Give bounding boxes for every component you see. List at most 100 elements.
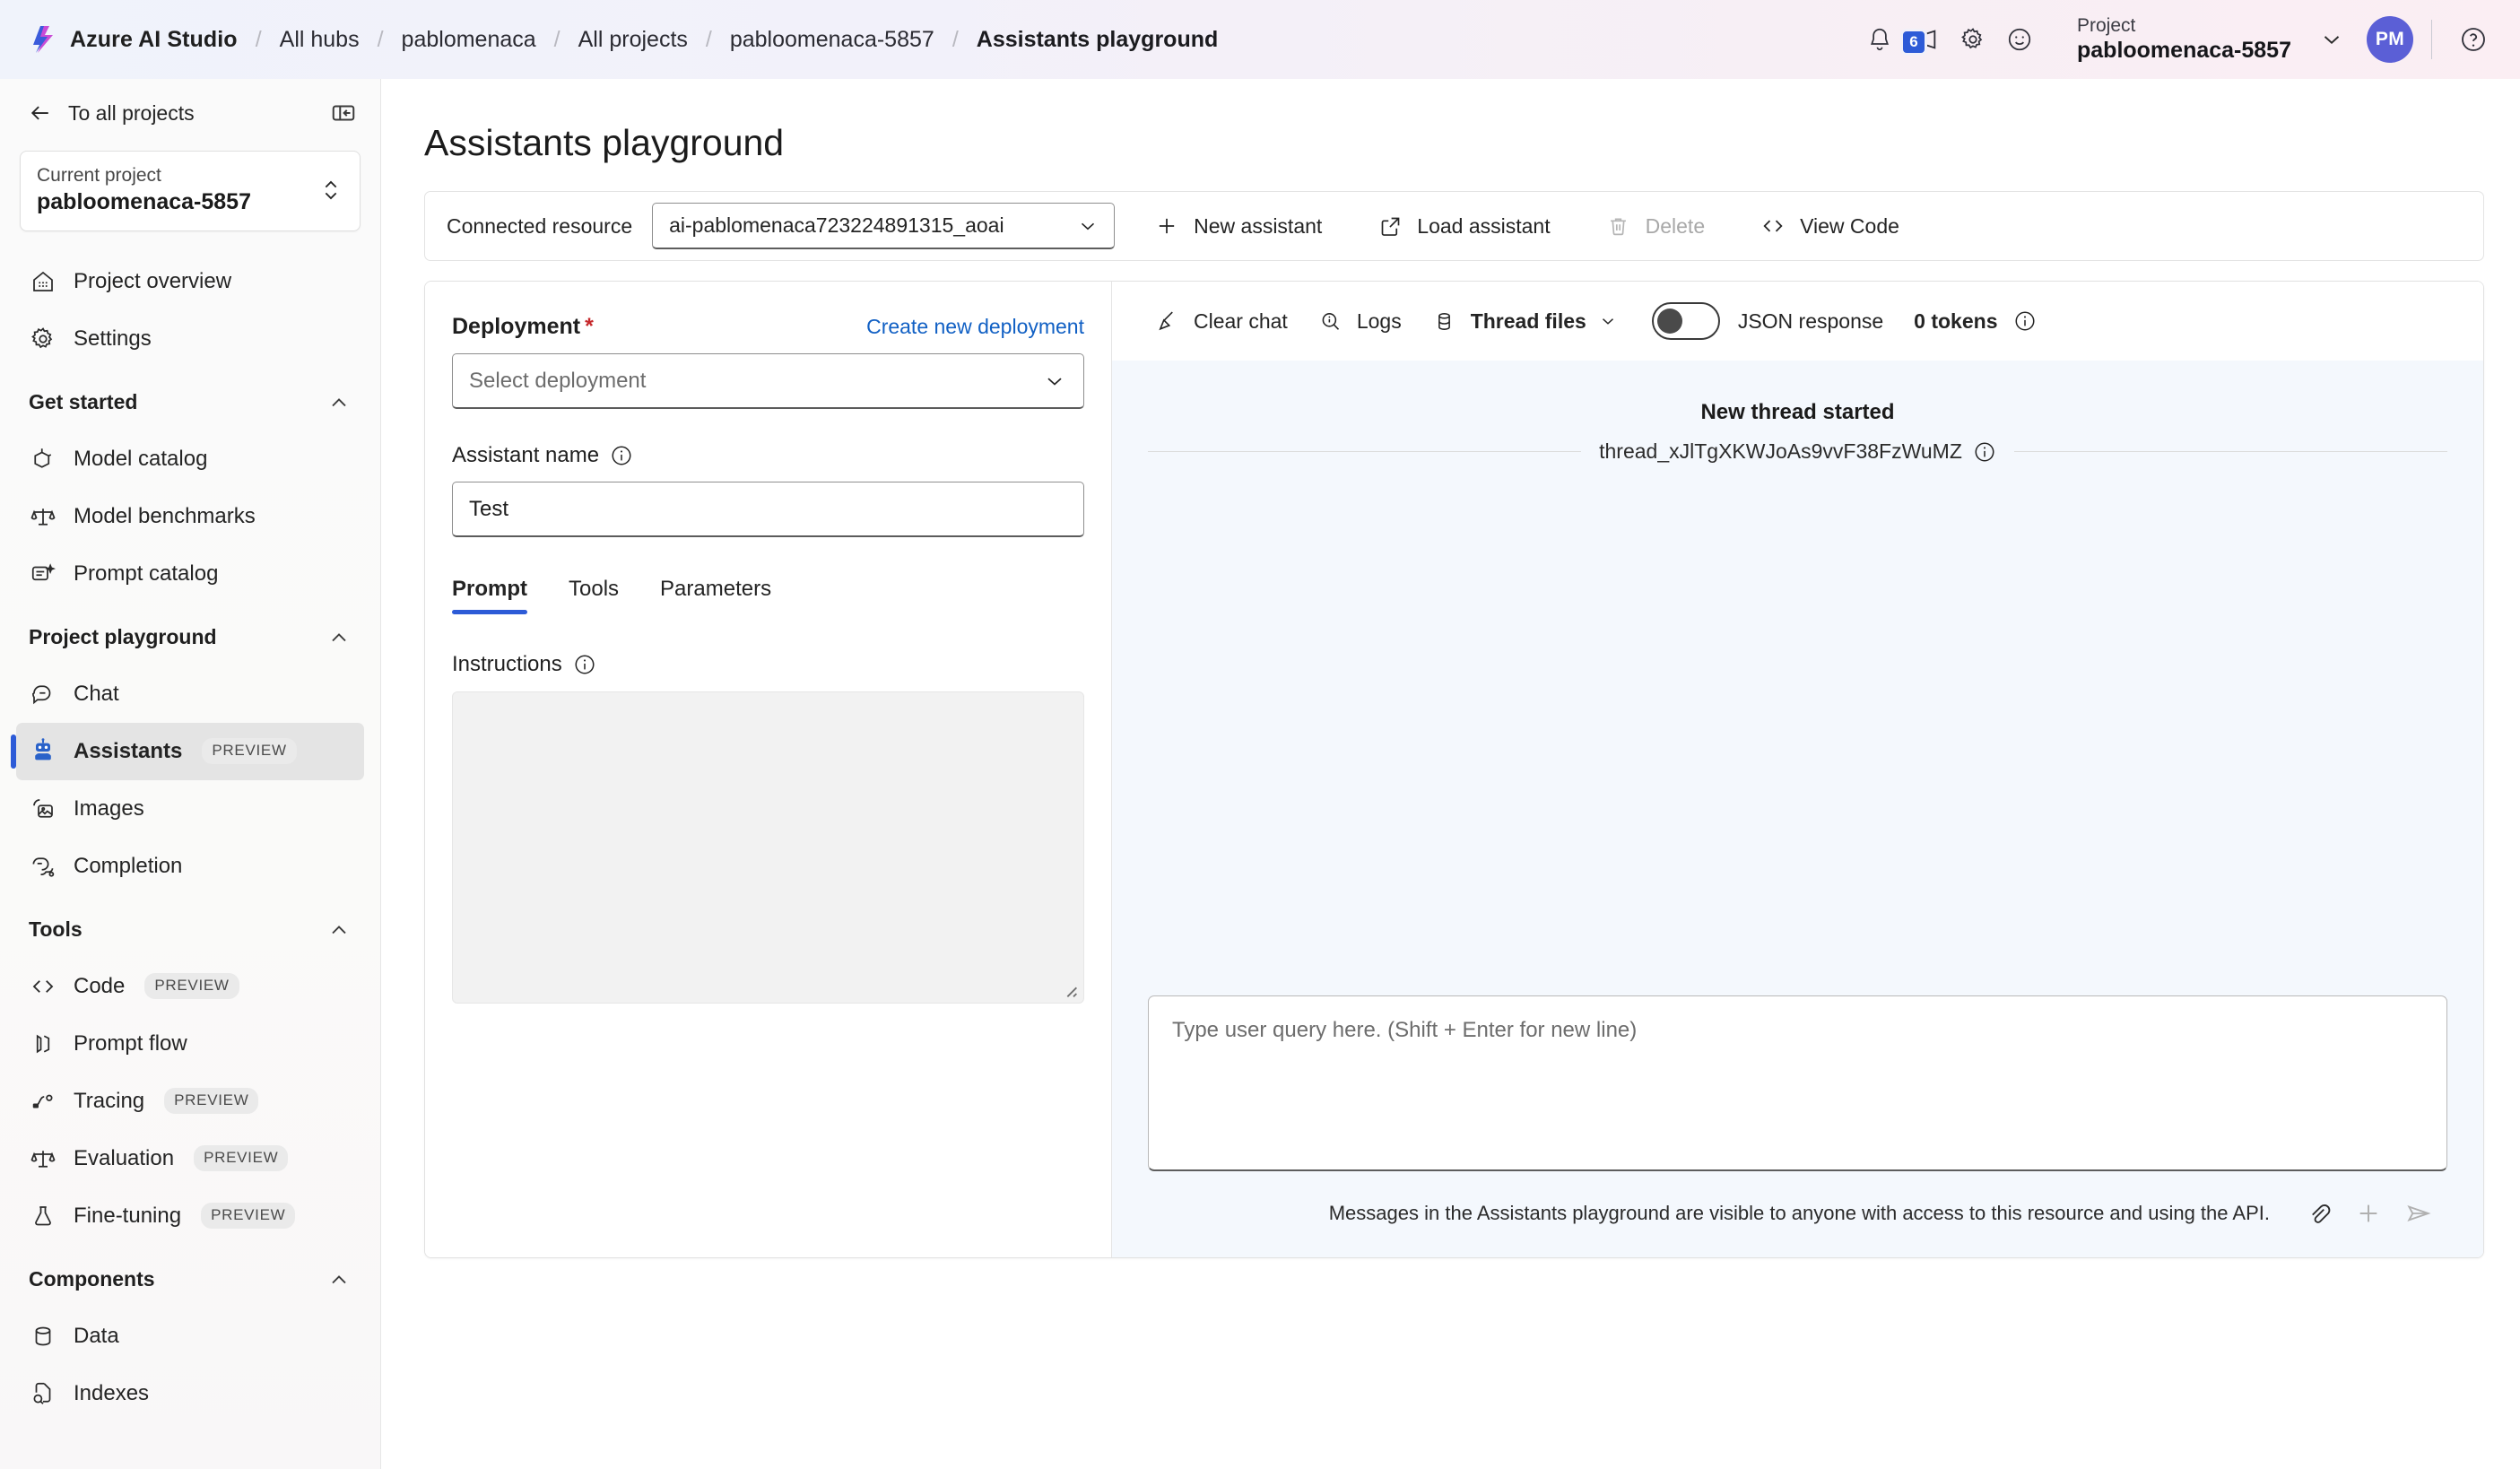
sidebar-group-tools[interactable]: Tools	[16, 902, 364, 958]
current-project-card[interactable]: Current project pabloomenaca-5857	[20, 151, 361, 231]
breadcrumb-item-all-hubs[interactable]: All hubs	[280, 27, 360, 53]
view-code-button[interactable]: View Code	[1742, 201, 1916, 251]
project-label: Project	[2077, 14, 2136, 36]
smiley-icon[interactable]	[1996, 16, 2043, 63]
json-response-toggle[interactable]	[1651, 302, 1720, 340]
trash-icon	[1604, 214, 1633, 239]
gear-icon	[29, 326, 57, 352]
sidebar-group-get-started[interactable]: Get started	[16, 375, 364, 430]
brand-name: Azure AI Studio	[70, 26, 238, 52]
robot-icon	[29, 737, 57, 766]
index-search-icon	[29, 1380, 57, 1407]
megaphone-icon[interactable]: 6	[1900, 16, 1950, 63]
breadcrumb-item-project[interactable]: pabloomenaca-5857	[730, 27, 934, 53]
chevron-up-icon	[326, 917, 352, 943]
current-project-label: Current project	[37, 165, 161, 186]
logs-button[interactable]: Logs	[1302, 297, 1416, 345]
breadcrumb-separator: /	[952, 26, 959, 52]
sidebar-item-label: Images	[74, 795, 144, 821]
create-new-deployment-link[interactable]: Create new deployment	[866, 315, 1084, 339]
connected-resource-select[interactable]: ai-pablomenaca723224891315_aoai	[652, 203, 1116, 249]
assistant-name-input[interactable]: Test	[452, 482, 1084, 537]
assistant-toolbar: Connected resource ai-pablomenaca7232248…	[424, 191, 2484, 261]
clear-chat-button[interactable]: Clear chat	[1139, 297, 1302, 345]
sidebar-item-label: Fine-tuning	[74, 1203, 182, 1228]
project-name: pabloomenaca-5857	[2077, 37, 2291, 63]
info-icon[interactable]	[1973, 440, 1996, 464]
load-assistant-button[interactable]: Load assistant	[1360, 201, 1566, 251]
gear-icon[interactable]	[1950, 16, 1996, 63]
chat-toolbar: Clear chat Logs Thread files JSON respon…	[1112, 282, 2483, 361]
preview-badge: PREVIEW	[144, 973, 239, 1000]
resize-handle-icon[interactable]	[1060, 980, 1078, 998]
sidebar-item-prompt-flow[interactable]: Prompt flow	[16, 1015, 364, 1073]
deployment-select[interactable]: Select deployment	[452, 353, 1084, 409]
plus-icon	[2343, 1191, 2394, 1236]
chevron-up-icon	[326, 625, 352, 650]
breadcrumb-item-all-projects[interactable]: All projects	[578, 27, 688, 53]
sidebar-item-model-benchmarks[interactable]: Model benchmarks	[16, 488, 364, 545]
sidebar-item-label: Prompt flow	[74, 1030, 187, 1056]
help-circle-icon[interactable]	[2450, 16, 2497, 63]
sidebar-item-label: Completion	[74, 853, 183, 878]
instructions-textarea[interactable]	[452, 691, 1084, 1004]
required-asterisk: *	[585, 314, 594, 339]
sidebar-group-components[interactable]: Components	[16, 1252, 364, 1308]
sidebar-item-data[interactable]: Data	[16, 1308, 364, 1365]
sidebar-item-assistants[interactable]: Assistants PREVIEW	[11, 722, 364, 780]
breadcrumb-item-pablomenaca[interactable]: pablomenaca	[402, 27, 536, 53]
sidebar-item-settings[interactable]: Settings	[16, 310, 364, 368]
sidebar-item-images[interactable]: Images	[16, 780, 364, 838]
instructions-label: Instructions	[452, 652, 562, 676]
avatar[interactable]: PM	[2367, 15, 2413, 63]
code-icon	[29, 973, 57, 1000]
project-switcher[interactable]: Project pabloomenaca-5857	[2066, 12, 2351, 67]
new-assistant-button[interactable]: New assistant	[1136, 201, 1338, 251]
json-response-label: JSON response	[1737, 309, 1884, 333]
divider-right	[2013, 451, 2447, 452]
bell-icon[interactable]	[1856, 16, 1903, 63]
preview-badge: PREVIEW	[201, 1203, 296, 1230]
chevron-down-icon	[1598, 311, 1618, 331]
sidebar-group-project-playground[interactable]: Project playground	[16, 610, 364, 665]
chevron-updown-icon	[318, 175, 343, 205]
breadcrumb-separator: /	[705, 26, 712, 52]
sidebar-item-project-overview[interactable]: Project overview	[16, 253, 364, 310]
info-icon[interactable]	[573, 653, 596, 676]
sidebar-item-tracing[interactable]: Tracing PREVIEW	[16, 1073, 364, 1130]
toggle-knob	[1656, 309, 1682, 334]
sidebar-item-prompt-catalog[interactable]: Prompt catalog	[16, 545, 364, 603]
brand[interactable]: Azure AI Studio	[30, 25, 238, 54]
sidebar-item-model-catalog[interactable]: Model catalog	[16, 430, 364, 488]
deployment-row: Deployment * Create new deployment	[452, 314, 1084, 340]
sidebar-item-completion[interactable]: Completion	[16, 838, 364, 895]
breadcrumb-item-current: Assistants playground	[976, 26, 1219, 52]
chevron-down-icon	[1042, 369, 1067, 394]
thread-files-label: Thread files	[1470, 309, 1586, 333]
assistant-name-label-row: Assistant name	[452, 443, 1084, 468]
sidebar-item-code[interactable]: Code PREVIEW	[16, 958, 364, 1015]
sidebar-item-fine-tuning[interactable]: Fine-tuning PREVIEW	[16, 1187, 364, 1245]
tab-parameters[interactable]: Parameters	[660, 577, 771, 614]
breadcrumb: / All hubs / pablomenaca / All projects …	[238, 27, 1219, 53]
panel-collapse-icon[interactable]	[330, 100, 357, 126]
thread-files-button[interactable]: Thread files	[1416, 297, 1632, 345]
new-assistant-label: New assistant	[1194, 213, 1323, 238]
tab-prompt[interactable]: Prompt	[452, 577, 527, 614]
thread-area: New thread started thread_xJlTgXKWJoAs9v…	[1112, 361, 2483, 1257]
sidebar-item-indexes[interactable]: Indexes	[16, 1365, 364, 1422]
sidebar-item-chat[interactable]: Chat	[16, 665, 364, 723]
info-icon[interactable]	[610, 444, 633, 467]
delete-button: Delete	[1588, 201, 1721, 251]
back-to-all-projects[interactable]: To all projects	[27, 100, 195, 126]
paperclip-icon[interactable]	[2293, 1191, 2343, 1236]
tab-tools[interactable]: Tools	[569, 577, 619, 614]
chat-input[interactable]: Type user query here. (Shift + Enter for…	[1148, 995, 2447, 1171]
sidebar: To all projects Current project pabloome…	[0, 79, 381, 1469]
page-title: Assistants playground	[424, 122, 785, 163]
sidebar-item-evaluation[interactable]: Evaluation PREVIEW	[16, 1130, 364, 1187]
thread-id-row: thread_xJlTgXKWJoAs9vvF38FzWuMZ	[1148, 439, 2447, 464]
sidebar-group-label: Tools	[29, 917, 83, 942]
tracing-icon	[29, 1088, 57, 1115]
info-icon[interactable]	[2011, 309, 2039, 333]
